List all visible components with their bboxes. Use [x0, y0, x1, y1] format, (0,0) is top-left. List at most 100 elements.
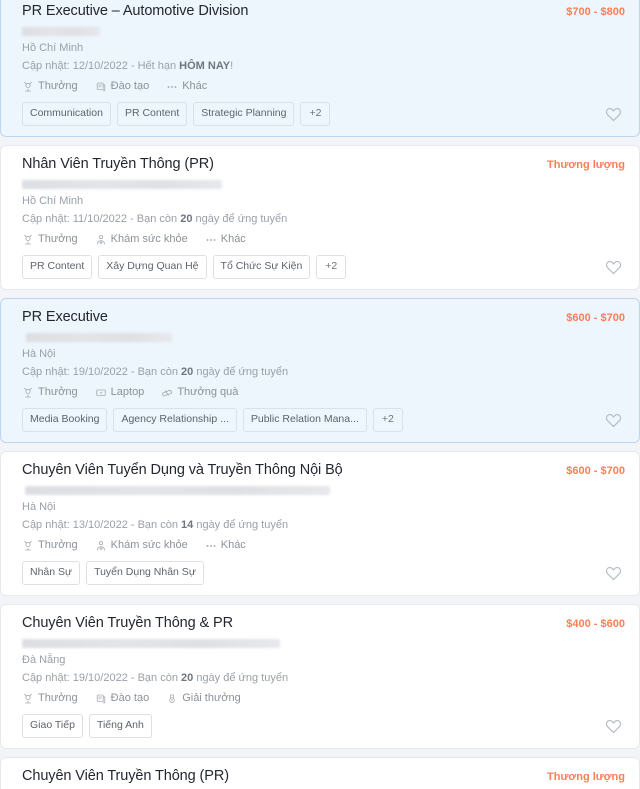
- other-icon: [205, 540, 217, 552]
- skill-tag[interactable]: PR Content: [116, 102, 188, 126]
- training-icon: [95, 693, 107, 705]
- benefit-item: Thưởng quà: [161, 385, 238, 400]
- job-card[interactable]: Chuyên Viên Tuyển Dụng và Truyền Thông N…: [0, 451, 640, 596]
- job-card[interactable]: Chuyên Viên Truyền Thông & PR $400 - $600…: [0, 604, 640, 749]
- job-location: Hồ Chí Minh: [22, 195, 84, 207]
- skill-tag[interactable]: Communication: [22, 102, 111, 126]
- benefit-label: Đào tạo: [110, 692, 150, 704]
- skill-tags-row: Communication PR Content Strategic Plannin…: [22, 102, 625, 126]
- meta-highlight: 20: [181, 366, 194, 378]
- card-header: Chuyên Viên Truyền Thông (PR) Thương lượn…: [22, 767, 625, 787]
- benefit-label: Thưởng: [38, 539, 78, 551]
- job-card[interactable]: Chuyên Viên Truyền Thông (PR) Thương lượn…: [0, 757, 640, 789]
- skill-tags-row: Media Booking Agency Relationship ... Publ…: [22, 408, 625, 432]
- benefit-item: Thưởng: [22, 232, 78, 247]
- meta-prefix: Cập nhật: 12/10/2022 - Hết hạn: [22, 60, 180, 72]
- skill-tag-more[interactable]: +2: [300, 102, 331, 126]
- gift-icon: [161, 387, 173, 399]
- meta-prefix: Cập nhật: 13/10/2022 - Bạn còn: [22, 519, 182, 531]
- benefit-label: Thưởng: [38, 80, 78, 92]
- skill-tag[interactable]: Giao Tiếp: [22, 714, 83, 738]
- skill-tag[interactable]: Tổ Chức Sự Kiện: [212, 255, 311, 279]
- health-check-icon: [95, 540, 107, 552]
- bonus-icon: [22, 693, 34, 705]
- meta-suffix: !: [230, 60, 234, 72]
- job-card[interactable]: Nhân Viên Truyền Thông (PR) Thương lượng H…: [0, 145, 640, 290]
- job-title[interactable]: Nhân Viên Truyền Thông (PR): [22, 155, 535, 174]
- meta-prefix: Cập nhật: 11/10/2022 - Bạn còn: [22, 213, 181, 225]
- skill-tag[interactable]: Media Booking: [22, 408, 108, 432]
- benefit-label: Giải thưởng: [182, 692, 241, 704]
- skill-tag[interactable]: Public Relation Mana...: [242, 408, 367, 432]
- bonus-icon: [22, 540, 34, 552]
- job-meta: Cập nhật: 11/10/2022 - Bạn còn 20 ngày đ…: [22, 212, 625, 227]
- job-card[interactable]: PR Executive – Automotive Division $700 -…: [0, 0, 640, 137]
- benefits-row: Thưởng Khám sức khỏe Khác: [22, 232, 625, 247]
- job-location: Đà Nẵng: [22, 654, 66, 666]
- benefit-label: Khác: [220, 539, 246, 551]
- salary-label: $600 - $700: [566, 465, 625, 477]
- favorite-heart-icon[interactable]: [604, 717, 622, 735]
- favorite-heart-icon[interactable]: [604, 411, 622, 429]
- benefit-item: Thưởng: [22, 691, 78, 706]
- favorite-heart-icon[interactable]: [604, 105, 622, 123]
- award-icon: [166, 693, 178, 705]
- benefit-label: Đào tạo: [110, 80, 150, 92]
- skill-tag-more[interactable]: +2: [372, 408, 403, 432]
- benefit-label: Khám sức khỏe: [110, 233, 188, 245]
- job-title[interactable]: Chuyên Viên Truyền Thông (PR): [22, 767, 535, 786]
- benefit-item: Đào tạo: [95, 79, 150, 94]
- benefit-item: Khám sức khỏe: [95, 538, 188, 553]
- favorite-heart-icon[interactable]: [604, 258, 622, 276]
- training-icon: [95, 81, 107, 93]
- meta-suffix: ngày để ứng tuyển: [193, 672, 289, 684]
- meta-suffix: ngày để ứng tuyển: [192, 213, 288, 225]
- favorite-heart-icon[interactable]: [604, 564, 622, 582]
- job-title[interactable]: Chuyên Viên Truyền Thông & PR: [22, 614, 554, 633]
- card-header: PR Executive $600 - $700: [22, 308, 625, 328]
- job-location: Hồ Chí Minh: [22, 42, 84, 54]
- job-meta: Cập nhật: 13/10/2022 - Bạn còn 14 ngày đ…: [22, 518, 625, 533]
- job-meta: Cập nhật: 12/10/2022 - Hết hạn HÔM NAY!: [22, 59, 625, 74]
- benefit-item: Thưởng: [22, 385, 78, 400]
- skill-tags-row: PR Content Xây Dựng Quan Hệ Tổ Chức Sự Kiệ…: [22, 255, 625, 279]
- benefit-item: Laptop: [95, 385, 145, 400]
- job-title[interactable]: PR Executive: [22, 308, 554, 327]
- benefits-row: Thưởng Laptop Thưởng quà: [22, 385, 625, 400]
- benefit-label: Thưởng: [38, 692, 78, 704]
- job-title[interactable]: PR Executive – Automotive Division: [22, 2, 554, 21]
- company-name-redacted: [26, 333, 172, 342]
- skill-tags-row: Giao Tiếp Tiếng Anh: [22, 714, 625, 738]
- skill-tag[interactable]: Nhân Sự: [22, 561, 81, 585]
- job-location: Hà Nội: [22, 348, 56, 360]
- benefit-label: Khác: [220, 233, 246, 245]
- benefit-label: Laptop: [110, 386, 145, 398]
- benefit-item: Khác: [166, 79, 207, 94]
- job-title[interactable]: Chuyên Viên Tuyển Dụng và Truyền Thông N…: [22, 461, 554, 480]
- other-icon: [166, 81, 178, 93]
- benefit-label: Khám sức khỏe: [110, 539, 188, 551]
- card-header: Nhân Viên Truyền Thông (PR) Thương lượng: [22, 155, 625, 175]
- company-name-redacted: [25, 486, 330, 495]
- job-card[interactable]: PR Executive $600 - $700 Hà Nội Cập nhật: 1…: [0, 298, 640, 443]
- skill-tag[interactable]: Xây Dựng Quan Hệ: [98, 255, 207, 279]
- skill-tag[interactable]: Agency Relationship ...: [113, 408, 237, 432]
- skill-tag[interactable]: Tuyển Dụng Nhân Sự: [86, 561, 204, 585]
- company-name-redacted: [22, 180, 222, 189]
- benefit-item: Thưởng: [22, 538, 78, 553]
- meta-highlight: HÔM NAY: [179, 60, 231, 72]
- benefit-label: Thưởng: [38, 233, 78, 245]
- other-icon: [205, 234, 217, 246]
- meta-highlight: 14: [181, 519, 194, 531]
- card-header: Chuyên Viên Tuyển Dụng và Truyền Thông N…: [22, 461, 625, 481]
- benefit-item: Giải thưởng: [166, 691, 241, 706]
- meta-suffix: ngày để ứng tuyển: [193, 519, 289, 531]
- skill-tag[interactable]: Tiếng Anh: [88, 714, 152, 738]
- skill-tag[interactable]: Strategic Planning: [193, 102, 295, 126]
- benefit-label: Thưởng: [38, 386, 78, 398]
- health-check-icon: [95, 234, 107, 246]
- skill-tag-more[interactable]: +2: [316, 255, 347, 279]
- skill-tag[interactable]: PR Content: [22, 255, 93, 279]
- bonus-icon: [22, 234, 34, 246]
- job-meta: Cập nhật: 19/10/2022 - Bạn còn 20 ngày đ…: [22, 365, 625, 380]
